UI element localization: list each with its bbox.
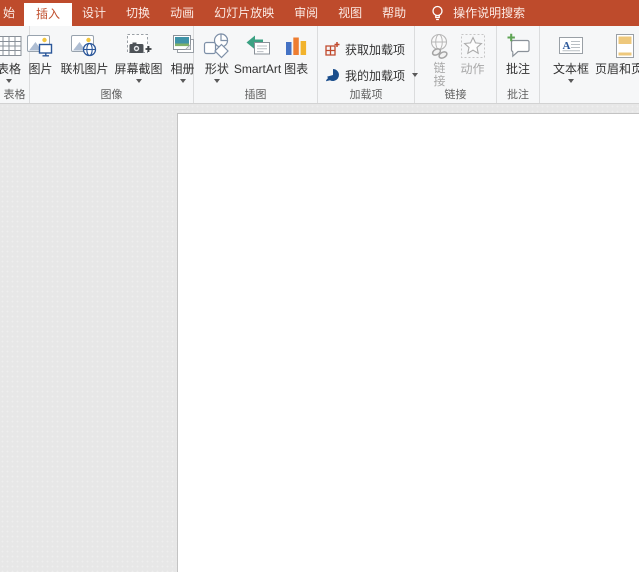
picture-button-label: 图片 [28, 62, 53, 76]
photo-album-icon [169, 30, 197, 62]
smartart-button-label: SmartArt [233, 62, 282, 76]
smartart-button[interactable]: SmartArt [233, 28, 282, 76]
shapes-icon [202, 30, 232, 62]
textbox-button[interactable]: A 文本框 [550, 28, 592, 83]
tab-review[interactable]: 审阅 [284, 0, 328, 26]
smartart-icon [243, 30, 273, 62]
chevron-down-icon [6, 79, 12, 83]
action-button-label: 动作 [460, 62, 485, 76]
tab-insert[interactable]: 插入 [24, 3, 73, 26]
tab-transitions[interactable]: 切换 [116, 0, 160, 26]
textbox-icon: A [558, 30, 584, 62]
group-links-label: 链接 [444, 89, 467, 101]
tell-me-label: 操作说明搜索 [453, 6, 526, 20]
svg-text:A: A [563, 40, 571, 52]
group-comments-label: 批注 [507, 89, 529, 101]
header-footer-button-label: 页眉和页脚 [595, 62, 639, 76]
online-picture-icon [70, 30, 98, 62]
get-addins-button[interactable]: 获取加载项 [324, 40, 405, 58]
picture-icon [26, 30, 54, 62]
table-button[interactable]: 表格 [0, 28, 25, 83]
picture-button[interactable]: 图片 [23, 28, 57, 76]
action-button: 动作 [457, 28, 489, 76]
group-illustrations: 形状 SmartArt 图表 插图 [194, 26, 318, 103]
chevron-down-icon [179, 79, 186, 83]
group-addins: 获取加载项 我的加载项 加载项 [318, 26, 419, 103]
table-button-label: 表格 [0, 62, 21, 76]
tab-design[interactable]: 设计 [72, 0, 116, 26]
group-images-label: 图像 [100, 89, 123, 101]
action-icon [460, 30, 486, 62]
ribbon-tab-bar: 始 插入 设计 切换 动画 幻灯片放映 审阅 视图 帮助 操作说明搜索 [0, 0, 639, 26]
chevron-down-icon [568, 79, 574, 83]
tab-slideshow[interactable]: 幻灯片放映 [204, 0, 284, 26]
table-icon [0, 30, 22, 62]
my-addins-icon [324, 67, 340, 83]
tab-view[interactable]: 视图 [328, 0, 372, 26]
link-icon [426, 30, 454, 62]
chart-button[interactable]: 图表 [282, 28, 310, 76]
group-table-label: 表格 [3, 89, 26, 101]
textbox-button-label: 文本框 [553, 62, 590, 76]
get-addins-label: 获取加载项 [345, 42, 406, 57]
ribbon-insert: 表格 表格 图片 [0, 26, 639, 104]
my-addins-button[interactable]: 我的加载项 [324, 66, 419, 84]
header-footer-button[interactable]: 页眉和页脚 [592, 28, 639, 76]
tab-animations[interactable]: 动画 [160, 0, 204, 26]
chevron-down-icon [135, 79, 142, 83]
chart-button-label: 图表 [284, 62, 309, 76]
new-comment-button[interactable]: 批注 [502, 28, 535, 76]
chart-icon [283, 30, 309, 62]
lightbulb-icon [430, 4, 445, 23]
shapes-button-label: 形状 [204, 62, 229, 76]
group-links: 链接 动作 链接 [415, 26, 497, 103]
group-illustrations-label: 插图 [244, 89, 267, 101]
online-pictures-button[interactable]: 联机图片 [57, 28, 111, 76]
my-addins-label: 我的加载项 [345, 68, 406, 83]
tell-me-search[interactable]: 操作说明搜索 [430, 0, 525, 26]
group-addins-label: 加载项 [349, 89, 383, 101]
group-text: A 文本框 页眉和页脚 艺 [540, 26, 639, 103]
group-images: 图片 联机图片 屏幕截图 相册 图像 [27, 26, 197, 103]
chevron-down-icon [213, 79, 220, 83]
screenshot-button-label: 屏幕截图 [114, 62, 163, 76]
workspace [0, 104, 639, 572]
slide-canvas[interactable] [177, 113, 639, 572]
link-button: 链接 [423, 28, 457, 88]
photo-album-button-label: 相册 [170, 62, 195, 76]
shapes-button[interactable]: 形状 [201, 28, 233, 83]
store-addins-icon [324, 41, 340, 57]
screenshot-icon [125, 30, 153, 62]
screenshot-button[interactable]: 屏幕截图 [112, 28, 166, 83]
group-comments: 批注 批注 [497, 26, 540, 103]
tab-help[interactable]: 帮助 [372, 0, 416, 26]
link-button-label: 链接 [433, 61, 446, 88]
online-pictures-button-label: 联机图片 [60, 62, 109, 76]
tab-home-partial[interactable]: 始 [0, 0, 24, 26]
header-footer-icon [614, 30, 636, 62]
new-comment-button-label: 批注 [505, 62, 530, 76]
comment-icon [505, 30, 532, 62]
